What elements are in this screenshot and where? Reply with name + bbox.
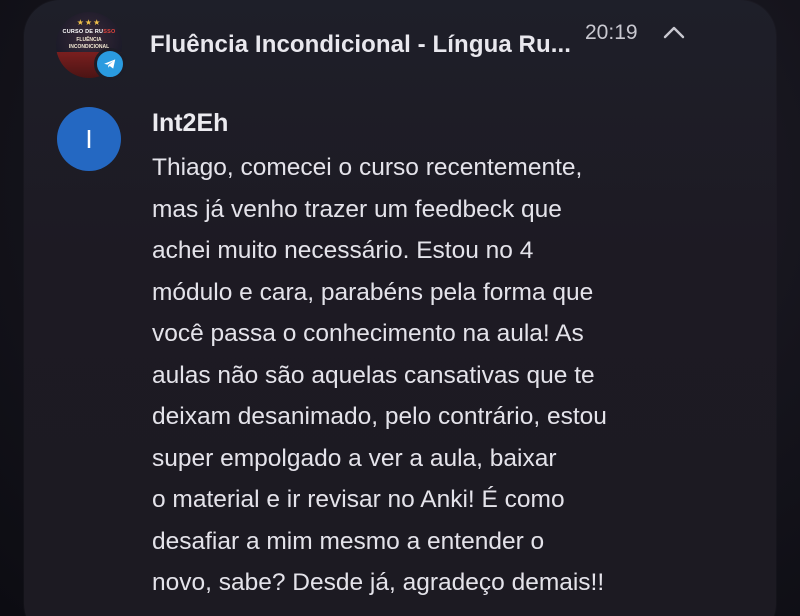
telegram-icon: [94, 48, 126, 80]
message-line: o material e ir revisar no Anki! É como: [152, 486, 565, 513]
message-line: deixam desanimado, pelo contrário, estou: [152, 403, 607, 430]
message-body[interactable]: Thiago, comecei o curso recentemente, ma…: [152, 147, 752, 604]
message-line: mas já venho trazer um feedbeck que: [152, 195, 562, 223]
message-line: super empolgado a ver a aula, baixar: [152, 444, 557, 472]
notification-header: ★★★ CURSO DE RUSSO FLUÊNCIA INCONDICIONA…: [56, 10, 756, 80]
sender-name: Int2Eh: [152, 109, 229, 137]
message-line: aulas não são aquelas cansativas que te: [152, 361, 595, 389]
message-line: você passa o conhecimento na aula! As: [152, 320, 584, 347]
stars-icon: ★★★: [76, 18, 102, 27]
message-line: desafiar a mim mesmo a entender o: [152, 527, 545, 555]
message-line: achei muito necessário. Estou no 4: [152, 237, 534, 264]
chevron-up-icon[interactable]: [663, 24, 685, 40]
chat-avatar[interactable]: ★★★ CURSO DE RUSSO FLUÊNCIA INCONDICIONA…: [56, 12, 126, 80]
avatar-line2: FLUÊNCIA: [76, 37, 102, 43]
avatar-line1: CURSO DE RUSSO: [62, 29, 116, 35]
message-line: novo, sabe? Desde já, agradeço demais!!: [152, 569, 605, 596]
message-line: módulo e cara, parabéns pela forma que: [152, 278, 594, 306]
message-line: Thiago, comecei o curso recentemente,: [152, 154, 583, 181]
message-time: 20:19: [585, 21, 638, 44]
chat-title: Fluência Incondicional - Língua Ru...: [150, 31, 572, 58]
screen: ★★★ CURSO DE RUSSO FLUÊNCIA INCONDICIONA…: [0, 0, 800, 616]
sender-avatar[interactable]: I: [57, 107, 121, 171]
